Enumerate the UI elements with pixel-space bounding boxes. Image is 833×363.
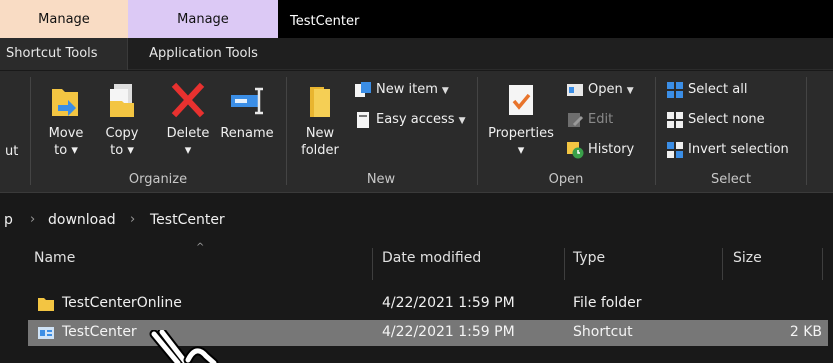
- rename-button[interactable]: Rename: [218, 81, 276, 142]
- group-divider: [286, 77, 287, 185]
- tab-manage-application-label: Manage: [177, 12, 229, 27]
- tab-manage-shortcut-label: Manage: [38, 12, 90, 27]
- table-row[interactable]: TestCenterOnline 4/22/2021 1:59 PM File …: [28, 291, 828, 317]
- folder-icon: [38, 298, 54, 311]
- history-label: History: [588, 142, 635, 157]
- chevron-down-icon: ▼: [626, 86, 634, 96]
- invert-selection-icon: [667, 141, 683, 158]
- new-folder-label: New folder: [301, 126, 339, 158]
- column-date-modified[interactable]: Date modified: [382, 250, 481, 266]
- copy-to-label: Copy to ▾: [105, 126, 139, 158]
- new-item-icon: [355, 81, 371, 97]
- select-none-icon: [667, 111, 683, 128]
- column-name[interactable]: Name: [34, 250, 75, 266]
- open-label: Open: [588, 82, 623, 97]
- file-size: 2 KB: [789, 324, 822, 340]
- new-group-label: New: [366, 172, 396, 187]
- window-title: TestCenter: [290, 14, 360, 29]
- new-folder-button[interactable]: New folder: [292, 81, 348, 159]
- new-item-button[interactable]: New item ▼: [354, 79, 449, 101]
- file-name: TestCenter: [62, 324, 137, 340]
- group-divider: [477, 77, 478, 185]
- properties-checkmark-icon: [509, 85, 533, 115]
- easy-access-label: Easy access: [376, 112, 455, 127]
- ribbon: ut Move to ▾ Copy to ▾ Delete ▾ Rename O…: [0, 71, 833, 193]
- group-divider: [655, 77, 656, 185]
- column-divider[interactable]: [722, 248, 723, 280]
- delete-x-icon: [171, 82, 205, 118]
- edit-pencil-icon: [568, 112, 584, 127]
- invert-selection-label: Invert selection: [688, 142, 789, 157]
- column-divider[interactable]: [822, 248, 823, 280]
- file-name: TestCenterOnline: [62, 295, 182, 311]
- move-folder-icon: [52, 89, 78, 116]
- chevron-down-icon: ▼: [458, 116, 466, 126]
- file-date: 4/22/2021 1:59 PM: [382, 324, 515, 340]
- select-none-label: Select none: [688, 112, 765, 127]
- edit-button[interactable]: Edit: [566, 109, 613, 131]
- select-all-button[interactable]: Select all: [666, 79, 747, 101]
- title-bar: Manage Manage TestCenter: [0, 0, 833, 38]
- column-size[interactable]: Size: [733, 250, 762, 266]
- rename-label: Rename: [220, 126, 274, 141]
- column-type[interactable]: Type: [573, 250, 605, 266]
- open-window-icon: [567, 83, 583, 96]
- hand-cursor-icon: [149, 330, 219, 363]
- open-button[interactable]: Open ▼: [566, 79, 634, 101]
- properties-button[interactable]: Properties ▾: [484, 81, 558, 159]
- invert-selection-button[interactable]: Invert selection: [666, 139, 789, 161]
- delete-label: Delete ▾: [166, 126, 210, 158]
- tab-shortcut-tools[interactable]: Shortcut Tools: [0, 38, 128, 70]
- breadcrumb-fragment[interactable]: p: [4, 212, 13, 228]
- tab-manage-application[interactable]: Manage: [128, 0, 278, 38]
- easy-access-icon: [357, 111, 369, 128]
- delete-button[interactable]: Delete ▾: [160, 81, 216, 159]
- group-divider: [806, 77, 807, 185]
- open-group-label: Open: [548, 172, 584, 187]
- properties-label: Properties ▾: [488, 126, 554, 158]
- breadcrumb-testcenter[interactable]: TestCenter: [150, 212, 225, 228]
- new-item-label: New item: [376, 82, 438, 97]
- group-divider: [30, 77, 31, 185]
- rename-icon: [231, 87, 263, 115]
- shortcut-app-icon: [38, 327, 54, 339]
- move-to-label: Move to ▾: [48, 126, 84, 158]
- file-type: File folder: [573, 295, 642, 311]
- history-button[interactable]: History: [566, 139, 634, 161]
- chevron-down-icon: ▼: [441, 86, 449, 96]
- tab-application-tools[interactable]: Application Tools: [129, 38, 278, 70]
- ribbon-tabs: Shortcut Tools Application Tools: [0, 38, 833, 70]
- organize-group-label: Organize: [128, 172, 188, 187]
- select-group-label: Select: [710, 172, 752, 187]
- file-date: 4/22/2021 1:59 PM: [382, 295, 515, 311]
- tab-manage-shortcut[interactable]: Manage: [0, 0, 128, 38]
- file-type: Shortcut: [573, 324, 633, 340]
- edit-label: Edit: [588, 112, 614, 127]
- select-all-label: Select all: [688, 82, 748, 97]
- chevron-right-icon: ›: [130, 212, 136, 227]
- select-none-button[interactable]: Select none: [666, 109, 765, 131]
- cut-button-fragment[interactable]: ut: [5, 144, 18, 159]
- column-divider[interactable]: [372, 248, 373, 280]
- breadcrumb-download[interactable]: download: [48, 212, 116, 228]
- move-to-button[interactable]: Move to ▾: [40, 81, 92, 159]
- easy-access-button[interactable]: Easy access ▼: [354, 109, 466, 131]
- select-all-icon: [667, 81, 683, 98]
- column-divider[interactable]: [564, 248, 565, 280]
- address-bar[interactable]: p › download › TestCenter: [0, 202, 833, 238]
- chevron-right-icon: ›: [30, 212, 36, 227]
- copy-folder-icon: [110, 84, 134, 117]
- history-icon: [567, 141, 584, 158]
- new-folder-icon: [310, 87, 330, 117]
- copy-to-button[interactable]: Copy to ▾: [97, 81, 147, 159]
- sort-up-icon: ^: [196, 242, 205, 253]
